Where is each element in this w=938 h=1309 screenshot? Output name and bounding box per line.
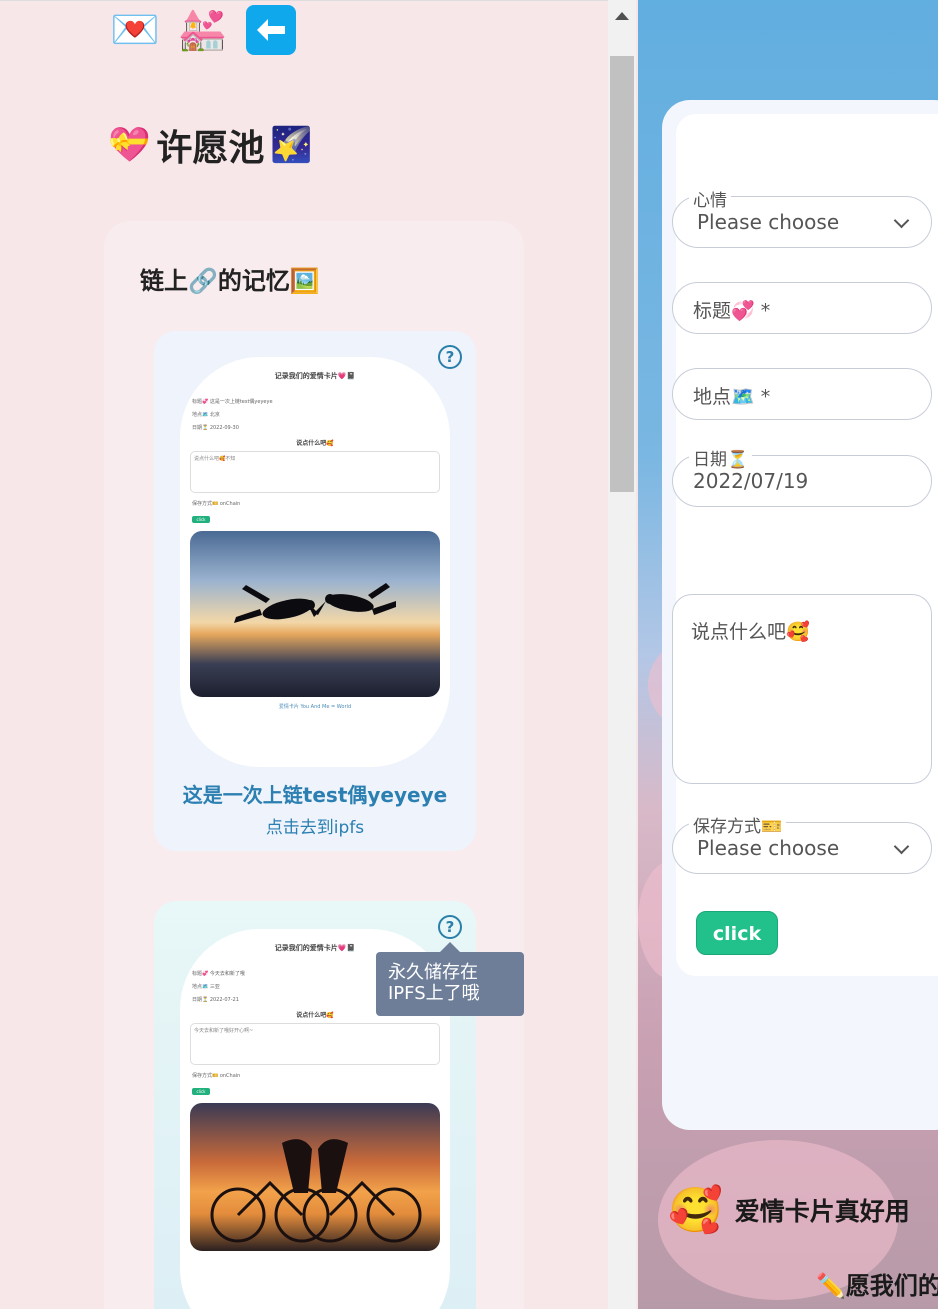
date-label: 日期⏳ — [689, 445, 753, 470]
title-input[interactable]: 标题💞 * — [672, 282, 932, 334]
footer-title: 🥰 爱情卡片真好用 — [668, 1184, 910, 1236]
skydivers-silhouette — [234, 583, 396, 623]
save-mode-value: Please choose — [697, 836, 840, 860]
preview-button: click — [192, 516, 210, 523]
preview-save-mode: 保存方式🎫 onChain — [192, 1073, 241, 1079]
card-preview-image: 记录我们的爱情卡片💗📓 标题💞 这是一次上链test偶yeyeye 地点🗺️ 北… — [180, 357, 450, 767]
preview-textarea: 说点什么吧🥰不知 — [190, 451, 440, 493]
save-mode-select[interactable]: 保存方式🎫 Please choose — [672, 812, 932, 874]
page-title: 💝 许愿池 🌠 — [108, 119, 313, 171]
arrow-left-icon — [256, 19, 285, 41]
chevron-down-icon — [893, 838, 910, 855]
scrollbar[interactable] — [608, 0, 636, 1309]
date-input[interactable]: 日期⏳ 2022/07/19 — [672, 445, 932, 507]
title-placeholder: 标题💞 * — [693, 300, 771, 322]
preview-footer: 爱情卡片 You And Me = World — [278, 704, 352, 710]
location-input[interactable]: 地点🗺️ * — [672, 368, 932, 420]
location-placeholder: 地点🗺️ * — [693, 386, 771, 408]
preview-subheading: 说点什么吧🥰 — [296, 440, 334, 447]
ipfs-link[interactable]: 点击去到ipfs — [154, 813, 476, 838]
preview-field: 标题💞 这是一次上链test偶yeyeye — [192, 399, 273, 405]
smiling-hearts-icon: 🥰 — [668, 1185, 723, 1236]
back-button[interactable] — [245, 5, 296, 55]
mood-value: Please choose — [697, 210, 840, 234]
page-title-text: 许愿池 — [156, 128, 265, 169]
preview-save-mode: 保存方式🎫 onChain — [192, 501, 241, 507]
submit-button[interactable]: click — [696, 911, 778, 955]
top-icon-bar: 💌 💒 — [110, 5, 296, 55]
heart-ribbon-icon: 💝 — [108, 125, 151, 165]
ipfs-tooltip: 永久储存在IPFS上了哦 — [376, 942, 524, 1016]
card-title: 这是一次上链test偶yeyeye — [182, 783, 448, 807]
help-icon[interactable]: ? — [438, 345, 462, 369]
preview-fields: 标题💞 这是一次上链test偶yeyeye 地点🗺️ 北京 日期⏳ 2022-0… — [180, 381, 450, 432]
message-textarea[interactable]: 说点什么吧🥰 — [672, 594, 932, 784]
mood-select[interactable]: 心情 Please choose — [672, 186, 932, 248]
preview-field: 日期⏳ 2022-09-30 — [192, 425, 239, 431]
footer-title-text: 爱情卡片真好用 — [734, 1197, 910, 1226]
memory-card[interactable]: ? 记录我们的爱情卡片💗📓 标题💞 这是一次上链test偶yeyeye 地点🗺️… — [154, 331, 476, 851]
preview-textarea: 今天去和新了哦好开心啊~ — [190, 1023, 440, 1065]
help-icon[interactable]: ? — [438, 915, 462, 939]
mood-label: 心情 — [689, 186, 731, 211]
footer-wish: ✏️愿我们的 — [816, 1272, 938, 1300]
scrollbar-thumb[interactable] — [610, 56, 634, 492]
skydiving-couple-photo — [190, 531, 440, 697]
love-letter-icon[interactable]: 💌 — [110, 6, 160, 54]
message-placeholder: 说点什么吧🥰 — [691, 621, 810, 643]
save-mode-label: 保存方式🎫 — [689, 812, 787, 837]
preview-field: 地点🗺️ 北京 — [192, 412, 220, 418]
date-value: 2022/07/19 — [693, 469, 809, 493]
wedding-chapel-icon[interactable]: 💒 — [178, 6, 228, 54]
memory-title: 链上🔗的记忆🖼️ — [140, 267, 320, 295]
bicycles-silhouette — [210, 1139, 422, 1243]
memory-panel: 链上🔗的记忆🖼️ ? 记录我们的爱情卡片💗📓 标题💞 这是一次上链test偶ye… — [104, 221, 524, 1309]
scroll-up-arrow-icon[interactable] — [615, 12, 629, 20]
love-card-form-pane: 心情 Please choose 标题💞 * 地点🗺️ * 日期⏳ 2022/0… — [638, 0, 938, 1309]
preview-heading: 记录我们的爱情卡片💗📓 — [274, 372, 356, 380]
shooting-star-icon: 🌠 — [270, 125, 313, 165]
preview-button: click — [192, 1088, 210, 1095]
chevron-down-icon — [893, 212, 910, 229]
wishing-pool-pane: 💌 💒 💝 许愿池 🌠 链上🔗的记忆🖼️ ? 记录我们的爱情卡片💗📓 标题💞 这… — [0, 0, 608, 1309]
bicycle-couple-photo — [190, 1103, 440, 1251]
